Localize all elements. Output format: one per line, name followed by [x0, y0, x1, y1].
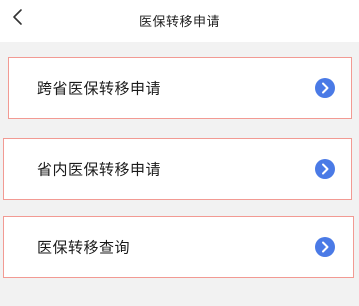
menu-item-transfer-query[interactable]: 医保转移查询: [3, 216, 354, 278]
chevron-right-circle-icon: [315, 237, 335, 257]
menu-item-label: 跨省医保转移申请: [37, 79, 162, 98]
page-title: 医保转移申请: [138, 15, 220, 30]
menu-item-label: 省内医保转移申请: [37, 160, 162, 179]
chevron-right-circle-icon: [315, 159, 335, 179]
menu-item-in-province-transfer[interactable]: 省内医保转移申请: [3, 138, 352, 200]
nav-bar: 医保转移申请: [0, 0, 359, 42]
chevron-right-circle-icon: [315, 78, 335, 98]
menu-item-label: 医保转移查询: [37, 238, 131, 257]
menu-item-cross-province-transfer[interactable]: 跨省医保转移申请: [8, 57, 352, 119]
